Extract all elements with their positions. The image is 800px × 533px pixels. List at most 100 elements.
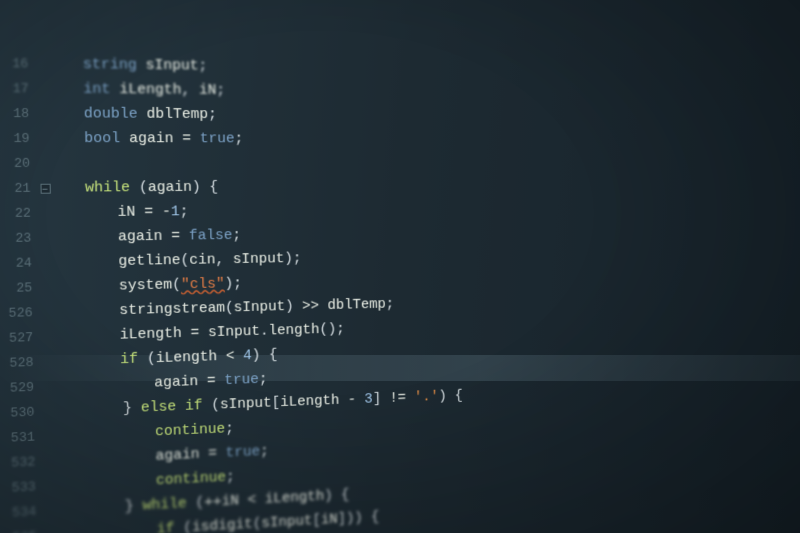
fold-gutter[interactable]	[43, 448, 59, 449]
token-kw: else if	[141, 397, 203, 416]
token-pn: (	[187, 494, 205, 511]
line-number: 25	[0, 275, 41, 301]
token-st: "cls"	[181, 276, 225, 293]
token-pn: }	[123, 400, 141, 417]
token-pn: ) {	[252, 347, 278, 364]
token-id: getline	[118, 252, 180, 270]
token-pn: ;	[226, 469, 235, 486]
token-op: -	[348, 391, 365, 408]
token-id: iN	[117, 204, 144, 221]
line-number: 526	[0, 300, 41, 326]
fold-gutter[interactable]	[44, 498, 60, 499]
token-id: dblTemp	[137, 106, 208, 123]
token-ch: '.'	[414, 389, 439, 406]
token-id: iLength	[156, 348, 226, 367]
token-pn: );	[224, 275, 242, 292]
token-pn: )	[285, 298, 302, 315]
line-number: 17	[0, 76, 37, 101]
token-pn: (	[225, 300, 234, 317]
token-pn: ;	[259, 371, 268, 388]
token-id: length	[268, 322, 319, 340]
line-number: 24	[0, 250, 40, 276]
line-number: 534	[0, 499, 45, 527]
token-pn: ,	[181, 82, 199, 99]
line-number: 23	[0, 226, 40, 252]
line-number: 22	[0, 201, 39, 226]
token-id: again	[120, 130, 182, 147]
token-id: sInput	[137, 57, 199, 74]
token-nm: 1	[171, 204, 180, 221]
code-line[interactable]: 18 double dblTemp;	[0, 101, 800, 129]
token-id: again	[118, 228, 172, 245]
token-id: again	[148, 179, 192, 196]
code-line[interactable]: 19 bool again = true;	[0, 126, 800, 151]
line-number: 528	[0, 350, 42, 376]
fold-gutter[interactable]	[42, 399, 58, 400]
token-id: again	[154, 373, 207, 391]
token-op: =	[208, 445, 226, 462]
token-id: sInput	[208, 323, 260, 341]
fold-gutter[interactable]	[45, 523, 61, 524]
line-number: 16	[0, 51, 37, 77]
token-id: iLength	[280, 392, 348, 411]
token-pn: (	[130, 179, 148, 196]
token-op: >>	[302, 298, 328, 315]
token-pn: ) {	[438, 388, 463, 405]
line-number: 20	[0, 151, 38, 176]
token-id: sInput	[220, 395, 272, 413]
line-number: 527	[0, 325, 41, 351]
token-bl: false	[189, 227, 233, 244]
token-pn: (	[202, 397, 220, 414]
token-bl: true	[225, 443, 260, 461]
token-pn: ;	[232, 227, 241, 244]
token-pn: ;	[260, 443, 269, 460]
line-number: 19	[0, 126, 38, 151]
token-pn: (	[138, 350, 156, 367]
token-ty: string	[83, 56, 137, 73]
token-pn: ) {	[192, 179, 218, 196]
token-nm: 4	[243, 347, 252, 364]
token-id: cin	[189, 252, 216, 269]
token-ty: int	[83, 81, 110, 98]
token-pn: ;	[198, 58, 207, 75]
line-number: 533	[0, 474, 44, 501]
token-op: <	[248, 491, 265, 508]
code-line[interactable]: 20	[0, 151, 800, 176]
token-pn: ,	[215, 251, 233, 268]
token-pn: ();	[319, 321, 344, 338]
token-id: again	[155, 446, 208, 465]
token-id: iLength	[265, 488, 325, 507]
token-pn: (	[253, 516, 262, 533]
line-number: 529	[0, 375, 42, 402]
token-op: -	[162, 204, 171, 221]
code-editor[interactable]: 16 string sInput; 17 int iLength, iN; 18 doub…	[0, 0, 800, 533]
token-pn: ;	[225, 420, 234, 437]
token-op: =	[144, 204, 162, 221]
token-kw: continue	[156, 469, 226, 489]
token-pn: ]	[373, 391, 390, 408]
line-number: 18	[0, 101, 37, 126]
token-id: stringstream	[119, 300, 225, 319]
token-id: dblTemp	[327, 296, 386, 313]
line-number: 535	[0, 524, 45, 533]
token-pn: ) {	[324, 487, 349, 504]
token-id: iN	[321, 511, 338, 528]
token-ty: double	[84, 106, 138, 123]
token-id: iN	[222, 492, 248, 510]
token-op: !=	[389, 390, 414, 407]
token-id: iLength	[120, 325, 191, 344]
token-op: =	[171, 228, 189, 245]
fold-gutter[interactable]	[43, 424, 59, 425]
token-pn: ])) {	[338, 509, 380, 527]
token-bl: true	[224, 371, 259, 389]
token-bl: true	[200, 131, 235, 148]
code-content[interactable]: double dblTemp;	[51, 101, 800, 129]
token-pn: ;	[386, 296, 395, 312]
token-op: =	[207, 372, 225, 389]
token-id: sInput	[233, 251, 285, 268]
token-pn: (	[174, 519, 192, 533]
token-kw: if	[157, 520, 175, 533]
code-content[interactable]: bool again = true;	[52, 126, 800, 151]
token-kw: while	[85, 179, 130, 196]
fold-gutter[interactable]	[44, 473, 60, 474]
